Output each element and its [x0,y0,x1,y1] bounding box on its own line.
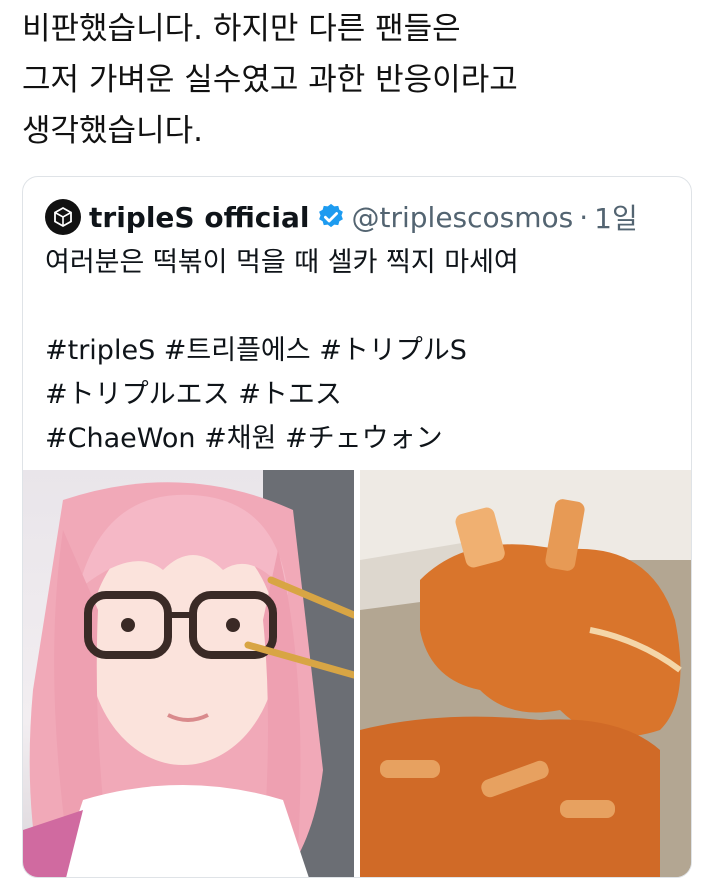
quoted-tweet-card[interactable]: tripleS official @triplescosmos · 1일 여러분… [22,176,692,878]
triples-logo-icon[interactable] [45,199,81,235]
hashtag-line[interactable]: #トリプルエス #トエス [45,373,685,417]
tweet-media [23,470,691,877]
tteokbokki-photo[interactable] [360,470,691,877]
tweet-line: 여러분은 떡볶이 먹을 때 셀카 찍지 마세여 [45,247,519,278]
dot-separator: · [579,200,589,234]
hashtag-line[interactable]: #tripleS #트리플에스 #トリプルS [45,329,685,373]
hashtag-line[interactable]: #ChaeWon #채원 #チェウォン [45,417,685,461]
verified-badge-icon [316,202,346,232]
caption-line: 비판했습니다. 하지만 다른 팬들은 [22,11,461,47]
display-name[interactable]: tripleS official [89,201,310,234]
tweet-header: tripleS official @triplescosmos · 1일 [45,191,638,243]
tweet-text: 여러분은 떡볶이 먹을 때 셀카 찍지 마세여 #tripleS #트리플에스 … [45,241,685,461]
caption-line: 생각했습니다. [22,113,203,149]
selfie-photo[interactable] [23,470,354,877]
timestamp[interactable]: 1일 [594,197,638,237]
user-handle[interactable]: @triplescosmos [352,201,574,234]
caption-text: 비판했습니다. 하지만 다른 팬들은 그저 가벼운 실수였고 과한 반응이라고 … [22,4,692,157]
caption-line: 그저 가벼운 실수였고 과한 반응이라고 [22,62,518,98]
